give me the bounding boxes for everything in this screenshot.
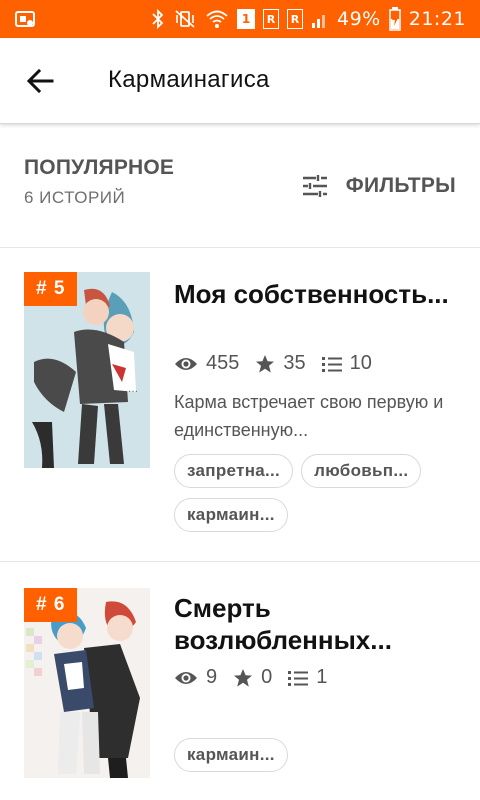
sim-slot-badge: 1 [237, 9, 255, 29]
star-icon [256, 354, 275, 373]
votes-stat: 0 [233, 666, 272, 689]
sliders-icon [302, 175, 327, 197]
views-count: 455 [206, 352, 240, 374]
tag-list: кармаин... [174, 738, 464, 772]
notification-app-icon [14, 8, 36, 30]
arrow-back-icon [26, 68, 54, 94]
story-title[interactable]: Смерть возлюбленных... [174, 592, 464, 656]
tag-chip[interactable]: кармаин... [174, 498, 288, 532]
story-item[interactable]: # 6 Смерть возлюбленных... 9 0 1 кармаин… [0, 562, 480, 800]
story-stats: 9 0 1 [174, 666, 343, 689]
votes-count: 0 [261, 666, 273, 688]
parts-stat: 10 [321, 352, 372, 375]
story-cover[interactable]: # 6 [24, 588, 150, 778]
roaming-indicator-1: R [263, 9, 279, 29]
story-description: Карма встречает свою первую и единственн… [174, 392, 444, 440]
tag-chip[interactable]: кармаин... [174, 738, 288, 772]
back-button[interactable] [22, 63, 58, 99]
roaming-indicator-2: R [287, 9, 303, 29]
filters-label: ФИЛЬТРЫ [345, 174, 456, 197]
eye-icon [175, 671, 197, 684]
eye-icon [175, 357, 197, 370]
story-title[interactable]: Моя собственность... [174, 278, 464, 310]
views-stat: 455 [174, 352, 239, 375]
votes-count: 35 [283, 352, 306, 374]
wifi-icon [205, 8, 229, 30]
views-count: 9 [206, 666, 218, 688]
section-header: ПОПУЛЯРНОЕ 6 ИСТОРИЙ ФИЛЬТРЫ [0, 126, 480, 248]
parts-count: 1 [316, 666, 328, 688]
battery-percent: 49% [337, 8, 381, 30]
rank-badge: # 5 [24, 272, 78, 306]
svg-text:…: … [128, 384, 138, 395]
story-cover[interactable]: … # 5 [24, 272, 150, 468]
list-icon [288, 670, 309, 686]
tag-chip[interactable]: любовьп... [301, 454, 422, 488]
tag-list: запретна... любовьп... кармаин... [174, 454, 464, 532]
story-item[interactable]: … # 5 Моя собственность... 455 35 10 Кар… [0, 248, 480, 562]
status-bar: 1 R R 49% 21:21 [0, 0, 480, 38]
stories-count: 6 ИСТОРИЙ [24, 188, 126, 207]
parts-stat: 1 [288, 666, 327, 689]
story-stats: 455 35 10 [174, 352, 388, 375]
rank-badge: # 6 [24, 588, 78, 622]
status-icons: 1 R R 49% 21:21 [151, 0, 466, 38]
filters-button[interactable]: ФИЛЬТРЫ [302, 168, 456, 204]
bluetooth-icon [151, 8, 165, 30]
app-bar: Кармаинагиса [0, 38, 480, 124]
list-icon [321, 356, 342, 372]
star-icon [234, 668, 253, 687]
votes-stat: 35 [255, 352, 306, 375]
sort-label: ПОПУЛЯРНОЕ [24, 156, 175, 179]
battery-charging-icon [388, 7, 401, 31]
signal-icon [311, 8, 329, 30]
vibrate-mute-icon [173, 8, 197, 30]
page-title: Кармаинагиса [108, 66, 270, 93]
clock: 21:21 [408, 8, 466, 30]
tag-chip[interactable]: запретна... [174, 454, 294, 488]
parts-count: 10 [349, 352, 372, 374]
views-stat: 9 [174, 666, 217, 689]
